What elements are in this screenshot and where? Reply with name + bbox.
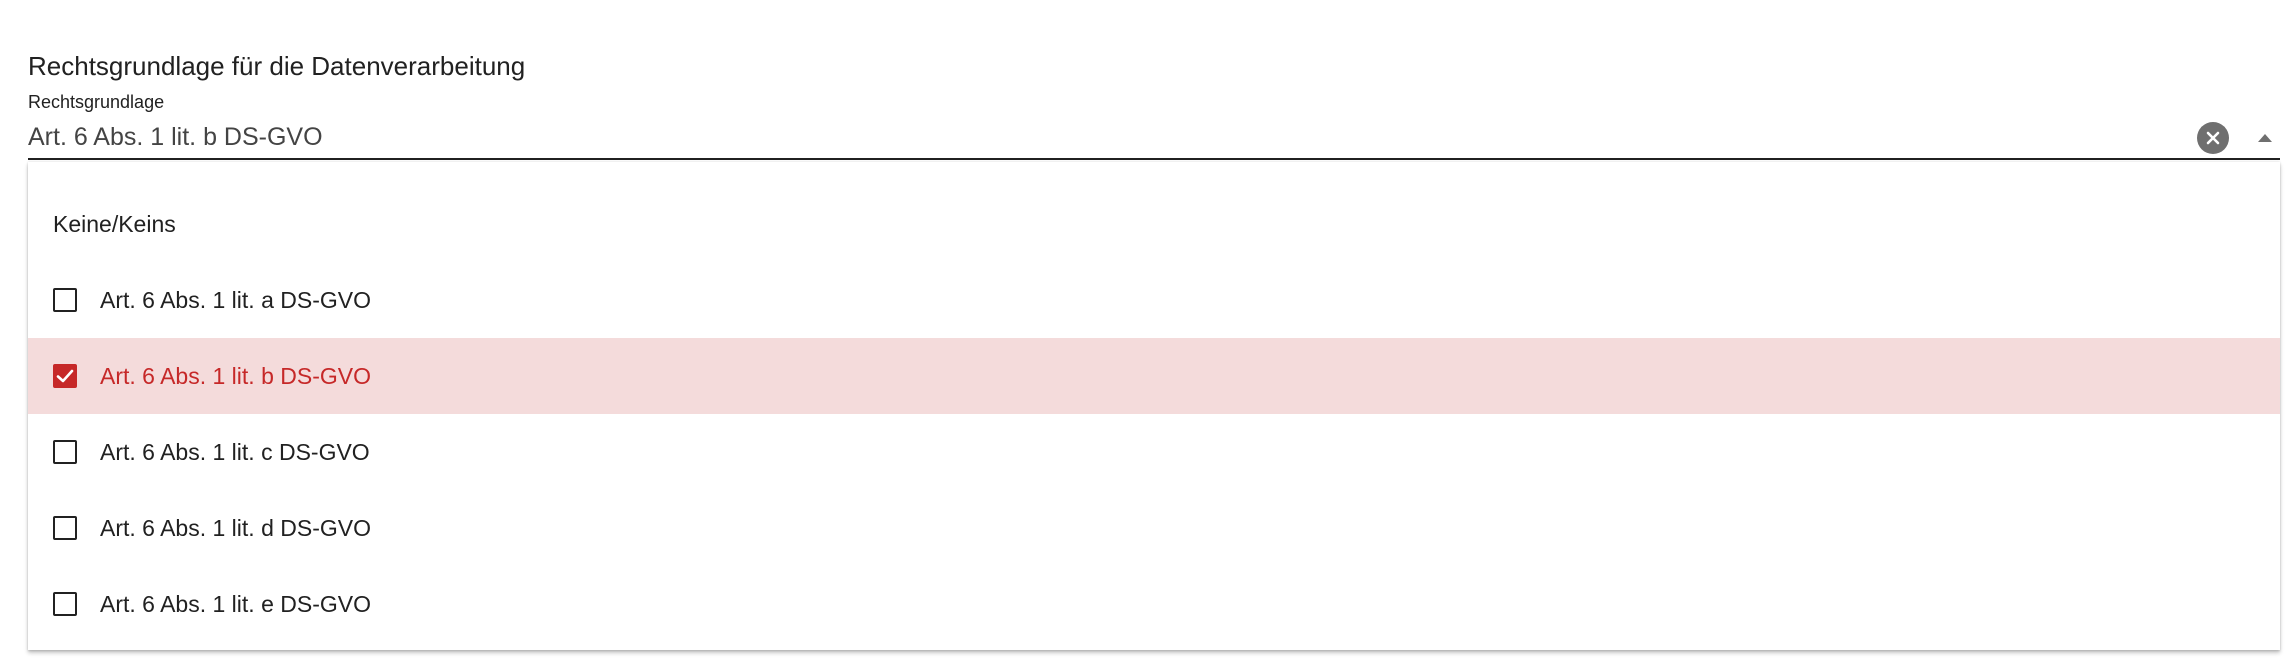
page: Rechtsgrundlage für die Datenverarbeitun…: [0, 0, 2294, 660]
checkbox-unchecked-icon[interactable]: [53, 592, 77, 616]
arrow-up-icon[interactable]: [2250, 122, 2280, 154]
option-label: Art. 6 Abs. 1 lit. b DS-GVO: [100, 362, 371, 389]
options-dropdown: Keine/Keins Art. 6 Abs. 1 lit. a DS-GVO …: [28, 162, 2280, 650]
option-label: Art. 6 Abs. 1 lit. a DS-GVO: [100, 286, 371, 313]
option-label: Art. 6 Abs. 1 lit. e DS-GVO: [100, 590, 371, 617]
legal-basis-select[interactable]: Rechtsgrundlage Art. 6 Abs. 1 lit. b DS-…: [28, 86, 2280, 160]
option-item[interactable]: Art. 6 Abs. 1 lit. e DS-GVO: [28, 566, 2280, 642]
option-label: Art. 6 Abs. 1 lit. c DS-GVO: [100, 438, 370, 465]
selected-value[interactable]: Art. 6 Abs. 1 lit. b DS-GVO: [28, 120, 323, 154]
checkbox-unchecked-icon[interactable]: [53, 288, 77, 312]
section-title: Rechtsgrundlage für die Datenverarbeitun…: [28, 51, 526, 81]
checkbox-unchecked-icon[interactable]: [53, 440, 77, 464]
clear-icon[interactable]: [2197, 122, 2229, 154]
field-label: Rechtsgrundlage: [28, 92, 165, 112]
option-item-selected[interactable]: Art. 6 Abs. 1 lit. b DS-GVO: [28, 338, 2280, 414]
option-label: Art. 6 Abs. 1 lit. d DS-GVO: [100, 514, 371, 541]
option-item[interactable]: Art. 6 Abs. 1 lit. d DS-GVO: [28, 490, 2280, 566]
option-item[interactable]: Art. 6 Abs. 1 lit. a DS-GVO: [28, 262, 2280, 338]
checkbox-checked-icon[interactable]: [53, 364, 77, 388]
option-item[interactable]: Art. 6 Abs. 1 lit. c DS-GVO: [28, 414, 2280, 490]
checkbox-unchecked-icon[interactable]: [53, 516, 77, 540]
option-none[interactable]: Keine/Keins: [28, 186, 2280, 262]
